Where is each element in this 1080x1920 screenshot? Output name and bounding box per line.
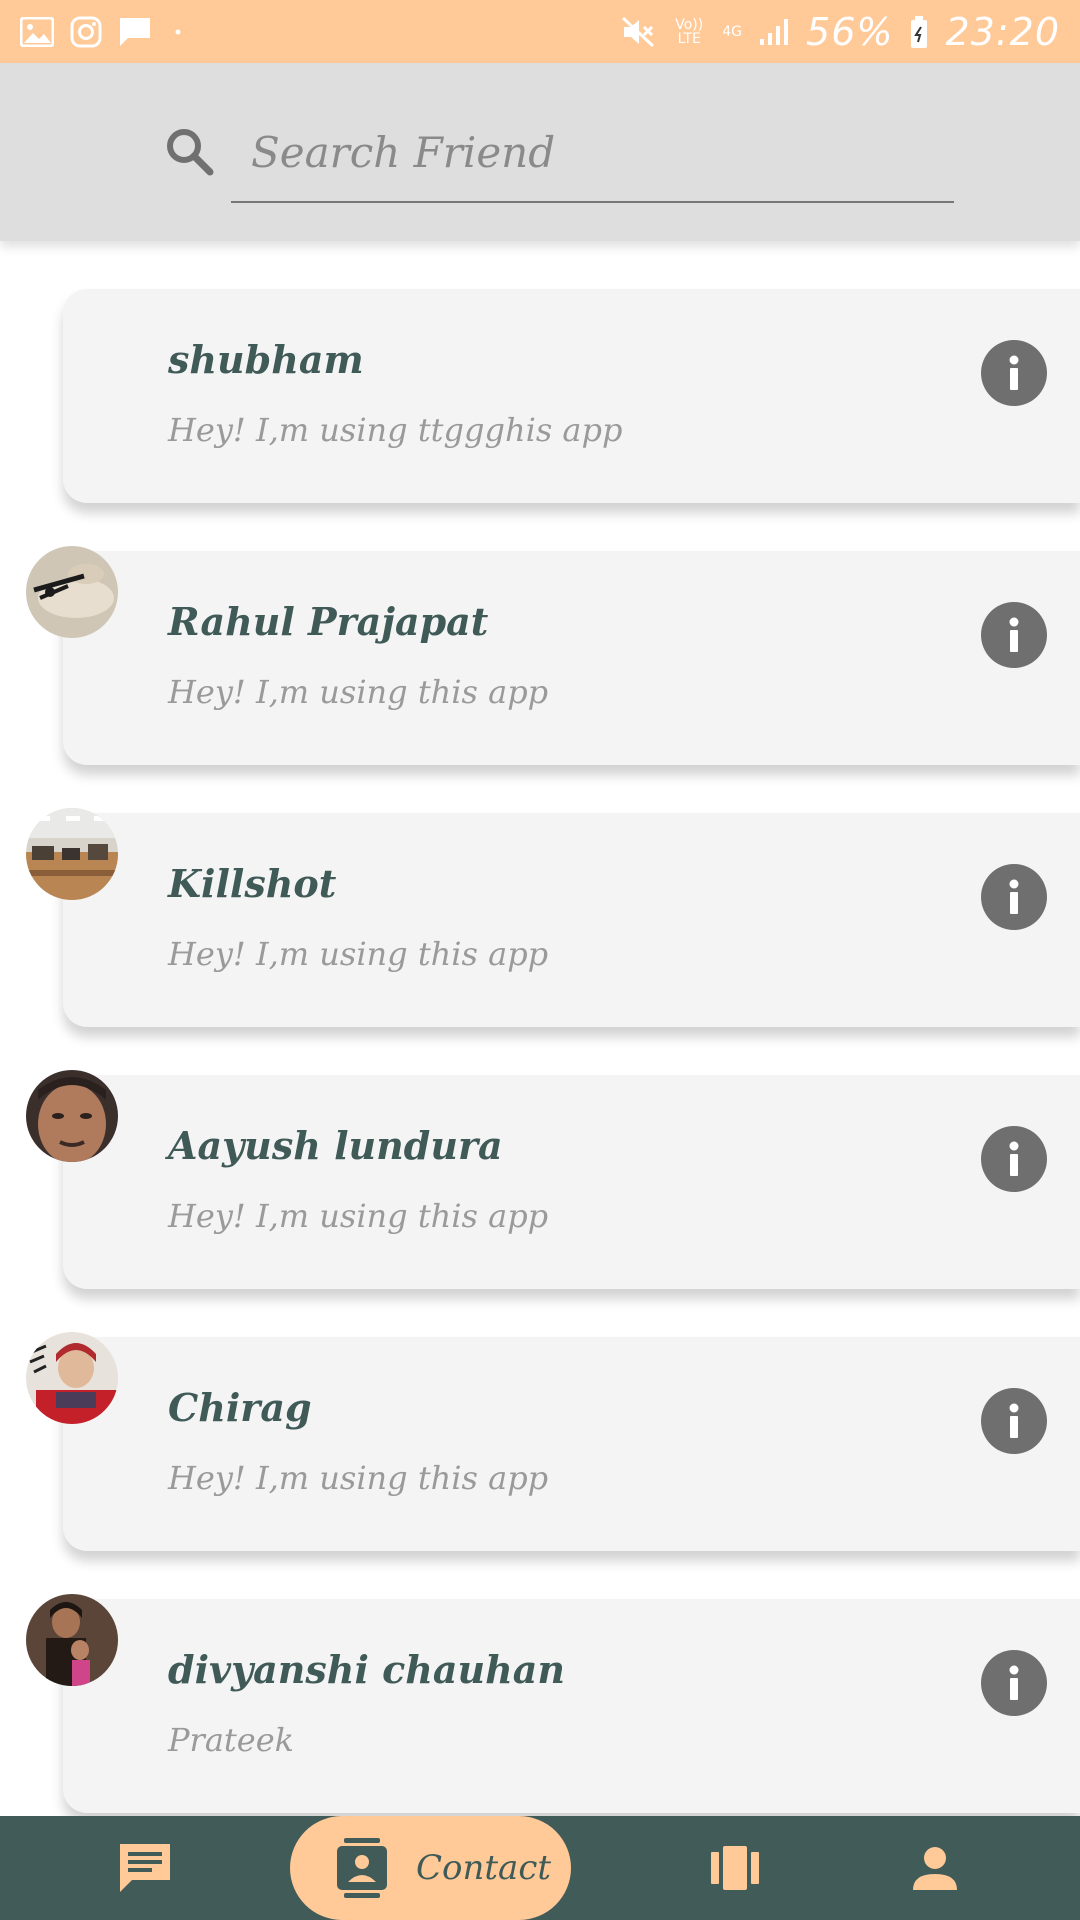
list-item[interactable]: Rahul Prajapat Hey! I,m using this app <box>0 503 1080 765</box>
instagram-icon <box>70 16 102 48</box>
contact-icon <box>337 1838 387 1898</box>
info-button[interactable] <box>981 1126 1047 1192</box>
contact-status: Hey! I,m using this app <box>168 1459 549 1497</box>
list-item[interactable]: divyanshi chauhan Prateek <box>0 1551 1080 1813</box>
network-type-label: 4G <box>722 23 743 40</box>
battery-percent: 56% <box>806 9 894 54</box>
contact-card[interactable]: Rahul Prajapat Hey! I,m using this app <box>63 551 1080 765</box>
battery-icon <box>909 15 929 49</box>
status-bar: Vo)) LTE 4G 56% 23:20 <box>0 0 1080 63</box>
contact-status: Hey! I,m using this app <box>168 673 549 711</box>
contact-name: Chirag <box>168 1385 312 1430</box>
contact-status: Hey! I,m using this app <box>168 1197 549 1235</box>
list-item[interactable]: Chirag Hey! I,m using this app <box>0 1289 1080 1551</box>
contact-card[interactable]: shubham Hey! I,m using ttggghis app <box>63 289 1080 503</box>
list-item[interactable]: Aayush lundura Hey! I,m using this app <box>0 1027 1080 1289</box>
info-icon <box>1009 1403 1019 1438</box>
contact-card[interactable]: Aayush lundura Hey! I,m using this app <box>63 1075 1080 1289</box>
profile-icon <box>913 1847 957 1890</box>
dot-icon <box>168 22 188 42</box>
bottom-navigation: Contact <box>0 1816 1080 1920</box>
status-right: Vo)) LTE 4G 56% 23:20 <box>620 10 1060 54</box>
contact-name: shubham <box>168 337 364 382</box>
avatar[interactable] <box>26 808 118 900</box>
mute-icon <box>620 15 656 49</box>
contact-card[interactable]: divyanshi chauhan Prateek <box>63 1599 1080 1813</box>
message-icon <box>118 16 152 48</box>
avatar[interactable] <box>26 546 118 638</box>
info-button[interactable] <box>981 1650 1047 1716</box>
contact-status: Prateek <box>168 1721 295 1759</box>
clock: 23:20 <box>945 9 1060 54</box>
nav-contact[interactable]: Contact <box>290 1816 571 1920</box>
contact-list[interactable]: shubham Hey! I,m using ttggghis app Rahu… <box>0 241 1080 1816</box>
status-left <box>20 16 188 48</box>
info-icon <box>1009 879 1019 914</box>
avatar[interactable] <box>26 1594 118 1686</box>
info-button[interactable] <box>981 602 1047 668</box>
info-button[interactable] <box>981 340 1047 406</box>
info-icon <box>1009 1665 1019 1700</box>
contact-name: Aayush lundura <box>168 1123 503 1168</box>
info-icon <box>1009 1141 1019 1176</box>
contact-status: Hey! I,m using this app <box>168 935 549 973</box>
avatar[interactable] <box>26 1332 118 1424</box>
info-button[interactable] <box>981 864 1047 930</box>
info-icon <box>1009 617 1019 652</box>
info-button[interactable] <box>981 1388 1047 1454</box>
list-item[interactable]: shubham Hey! I,m using ttggghis app <box>0 241 1080 503</box>
info-icon <box>1009 355 1019 390</box>
chat-icon <box>120 1844 170 1892</box>
contact-card[interactable]: Chirag Hey! I,m using this app <box>63 1337 1080 1551</box>
search-icon <box>163 125 215 177</box>
avatar[interactable] <box>26 1070 118 1162</box>
list-item[interactable]: Killshot Hey! I,m using this app <box>0 765 1080 1027</box>
nav-contact-label: Contact <box>416 1848 552 1888</box>
search-header <box>0 63 1080 241</box>
nav-stories[interactable] <box>690 1816 780 1920</box>
signal-icon <box>758 17 790 47</box>
contact-name: Killshot <box>168 861 337 906</box>
search-input[interactable] <box>231 103 954 203</box>
stories-icon <box>711 1846 759 1890</box>
contact-name: divyanshi chauhan <box>168 1647 565 1692</box>
contact-status: Hey! I,m using ttggghis app <box>168 411 623 449</box>
nav-chats[interactable] <box>100 1816 190 1920</box>
contact-card[interactable]: Killshot Hey! I,m using this app <box>63 813 1080 1027</box>
nav-profile[interactable] <box>890 1816 980 1920</box>
gallery-icon <box>20 16 54 47</box>
contact-name: Rahul Prajapat <box>168 599 489 644</box>
volte-label: Vo)) LTE <box>675 16 704 47</box>
